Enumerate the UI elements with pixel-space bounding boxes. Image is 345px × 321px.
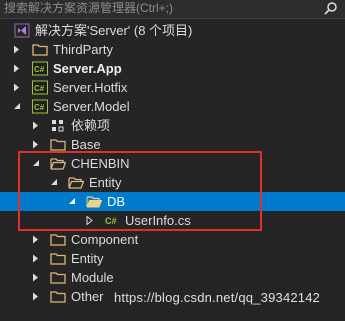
folder-icon [50, 270, 66, 285]
tree-item-label: Entity [89, 175, 122, 190]
chevron-right-icon[interactable] [30, 268, 42, 287]
chevron-right-icon[interactable] [84, 211, 96, 230]
svg-text:C#: C# [105, 216, 117, 226]
tree-item-third-party[interactable]: ThirdParty [0, 40, 345, 59]
chevron-down-icon[interactable] [11, 97, 23, 116]
chevron-down-icon[interactable] [30, 154, 42, 173]
chevron-right-icon[interactable] [30, 287, 42, 306]
chevron-right-icon[interactable] [30, 135, 42, 154]
tree-item-label: Server.App [53, 61, 122, 76]
csharp-project-icon: C# [32, 80, 48, 95]
tree-item-component[interactable]: Component [0, 230, 345, 249]
folder-open-icon [50, 156, 67, 171]
tree-item-label: ThirdParty [53, 42, 113, 57]
svg-text:C#: C# [34, 103, 45, 112]
search-bar[interactable]: 搜索解决方案资源管理器(Ctrl+;) [0, 0, 345, 19]
tree-item-server-model[interactable]: C# Server.Model [0, 97, 345, 116]
chevron-down-icon[interactable] [48, 173, 60, 192]
tree-item-module[interactable]: Module [0, 268, 345, 287]
tree-item-userinfo[interactable]: C# UserInfo.cs [0, 211, 345, 230]
tree-item-label: DB [107, 194, 126, 209]
tree-item-label: Entity [71, 251, 104, 266]
folder-icon [50, 232, 66, 247]
tree-item-db[interactable]: DB [0, 192, 345, 211]
tree-item-label: UserInfo.cs [125, 213, 191, 228]
csharp-file-icon: C# [104, 213, 120, 228]
tree-item-label: 解决方案'Server' (8 个项目) [35, 23, 193, 38]
tree-item-label: Server.Model [53, 99, 130, 114]
tree-item-base[interactable]: Base [0, 135, 345, 154]
tree-item-label: Server.Hotfix [53, 80, 128, 95]
chevron-down-icon[interactable] [66, 192, 78, 211]
folder-icon [32, 42, 48, 57]
tree-item-server-hotfix[interactable]: C# Server.Hotfix [0, 78, 345, 97]
tree-item-server-app[interactable]: C# Server.App [0, 59, 345, 78]
tree-item-label: Module [71, 270, 114, 285]
search-input[interactable]: 搜索解决方案资源管理器(Ctrl+;) [4, 1, 173, 16]
chevron-right-icon[interactable] [30, 116, 42, 135]
tree-item-label: Other [71, 289, 104, 304]
chevron-right-icon[interactable] [30, 230, 42, 249]
folder-icon [50, 137, 66, 152]
chevron-right-icon[interactable] [30, 249, 42, 268]
csharp-project-icon: C# [32, 99, 48, 114]
tree-item-entity-inner[interactable]: Entity [0, 173, 345, 192]
folder-open-icon [86, 194, 103, 209]
tree-item-label: Component [71, 232, 139, 247]
svg-text:C#: C# [34, 84, 45, 93]
tree-item-label: CHENBIN [71, 156, 130, 171]
dependencies-icon [50, 118, 66, 133]
chevron-right-icon[interactable] [11, 78, 23, 97]
folder-open-icon [68, 175, 85, 190]
csharp-project-icon: C# [32, 61, 48, 76]
solution-icon [14, 23, 30, 38]
watermark: https://blog.csdn.net/qq_39342142 [114, 290, 321, 305]
chevron-right-icon[interactable] [11, 59, 23, 78]
folder-icon [50, 251, 66, 266]
tree-item-label: Base [71, 137, 101, 152]
tree-item-solution[interactable]: 解决方案'Server' (8 个项目) [0, 21, 345, 40]
svg-text:C#: C# [34, 65, 45, 74]
tree-item-entity[interactable]: Entity [0, 249, 345, 268]
tree-item-dependencies[interactable]: 依赖项 [0, 116, 345, 135]
chevron-right-icon[interactable] [11, 40, 23, 59]
folder-icon [50, 289, 66, 304]
tree-item-chenbin[interactable]: CHENBIN [0, 154, 345, 173]
search-icon[interactable] [323, 1, 339, 17]
tree-item-label: 依赖项 [71, 118, 111, 133]
